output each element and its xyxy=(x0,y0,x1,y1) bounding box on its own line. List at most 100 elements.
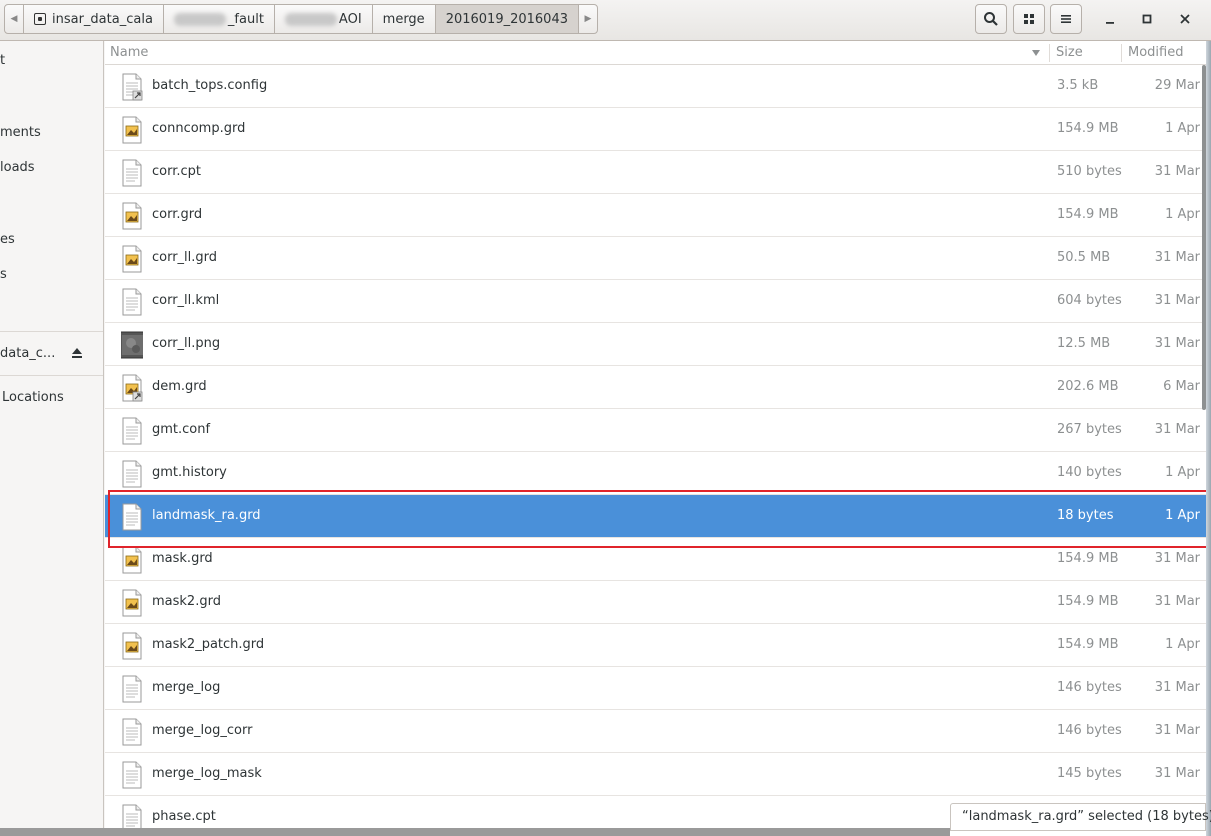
sidebar-item-other-locations[interactable]: Locations xyxy=(2,387,64,409)
sidebar-divider xyxy=(0,375,103,376)
minimize-icon xyxy=(1106,22,1114,24)
crumb-2[interactable]: AOI xyxy=(273,4,373,34)
file-size: 50.5 MB xyxy=(1057,250,1111,265)
file-size: 12.5 MB xyxy=(1057,336,1111,351)
sidebar-divider xyxy=(0,331,103,332)
file-modified: 31 Mar xyxy=(1154,723,1200,738)
header-bar: ◀ insar_data_cala _fault AOI merge 20160… xyxy=(0,0,1211,41)
file-row[interactable]: landmask_ra.grd 18 bytes 1 Apr xyxy=(105,495,1206,538)
file-row[interactable]: mask2_patch.grd 154.9 MB 1 Apr xyxy=(105,624,1206,667)
file-row[interactable]: merge_log 146 bytes 31 Mar xyxy=(105,667,1206,710)
column-header: Name Size Modified xyxy=(105,41,1206,65)
text-file-icon xyxy=(122,159,142,187)
file-row[interactable]: batch_tops.config 3.5 kB 29 Mar xyxy=(105,65,1206,108)
crumb-4[interactable]: 2016019_2016043 xyxy=(434,4,579,34)
file-row[interactable]: gmt.conf 267 bytes 31 Mar xyxy=(105,409,1206,452)
sidebar-item-4[interactable]: s xyxy=(0,264,7,286)
file-size: 604 bytes xyxy=(1057,293,1122,308)
file-name: corr_ll.grd xyxy=(152,250,218,265)
eject-button[interactable] xyxy=(70,346,84,360)
file-name: merge_log xyxy=(152,680,221,695)
file-row[interactable]: merge_log_mask 145 bytes 31 Mar xyxy=(105,753,1206,796)
crumb-3[interactable]: merge xyxy=(371,4,436,34)
file-row[interactable]: corr.cpt 510 bytes 31 Mar xyxy=(105,151,1206,194)
search-button[interactable] xyxy=(975,4,1007,34)
file-size: 146 bytes xyxy=(1057,680,1122,695)
file-size: 146 bytes xyxy=(1057,723,1122,738)
text-file-icon xyxy=(122,288,142,316)
file-row[interactable]: conncomp.grd 154.9 MB 1 Apr xyxy=(105,108,1206,151)
file-modified: 31 Mar xyxy=(1154,422,1200,437)
file-modified: 31 Mar xyxy=(1154,766,1200,781)
crumb-1[interactable]: _fault xyxy=(162,4,275,34)
view-toggle-button[interactable] xyxy=(1013,4,1045,34)
file-size: 145 bytes xyxy=(1057,766,1122,781)
file-size: 18 bytes xyxy=(1057,508,1114,523)
hamburger-menu-icon xyxy=(1061,15,1071,23)
path-scroll-left-button[interactable]: ◀ xyxy=(4,4,24,34)
sidebar-item-3[interactable]: es xyxy=(0,229,15,251)
file-modified: 31 Mar xyxy=(1154,293,1200,308)
window-edge xyxy=(1206,41,1211,836)
column-name-header[interactable]: Name xyxy=(110,45,148,60)
image-file-icon xyxy=(122,589,142,617)
file-modified: 1 Apr xyxy=(1165,465,1200,480)
maximize-button[interactable] xyxy=(1135,8,1159,30)
sort-descending-icon xyxy=(1032,50,1040,56)
file-modified: 31 Mar xyxy=(1154,164,1200,179)
file-modified: 1 Apr xyxy=(1165,508,1200,523)
path-bar: ◀ insar_data_cala _fault AOI merge 20160… xyxy=(4,4,598,34)
sidebar: t ments loads es s data_c... Locations xyxy=(0,41,104,836)
file-row[interactable]: corr_ll.grd 50.5 MB 31 Mar xyxy=(105,237,1206,280)
file-modified: 31 Mar xyxy=(1154,680,1200,695)
image-file-icon xyxy=(122,632,142,660)
file-size: 140 bytes xyxy=(1057,465,1122,480)
grid-view-icon xyxy=(1024,14,1034,24)
file-row[interactable]: gmt.history 140 bytes 1 Apr xyxy=(105,452,1206,495)
file-row[interactable]: corr_ll.png 12.5 MB 31 Mar xyxy=(105,323,1206,366)
file-name: conncomp.grd xyxy=(152,121,246,136)
close-button[interactable] xyxy=(1173,8,1197,30)
file-name: corr_ll.png xyxy=(152,336,221,351)
text-file-icon xyxy=(122,761,142,789)
png-thumbnail-icon xyxy=(121,331,143,359)
file-name: mask2.grd xyxy=(152,594,221,609)
minimize-button[interactable] xyxy=(1098,8,1122,30)
file-row[interactable]: mask.grd 154.9 MB 31 Mar xyxy=(105,538,1206,581)
redacted-text xyxy=(284,12,337,26)
file-row[interactable]: corr.grd 154.9 MB 1 Apr xyxy=(105,194,1206,237)
file-modified: 1 Apr xyxy=(1165,637,1200,652)
file-name: gmt.history xyxy=(152,465,227,480)
sidebar-item-documents[interactable]: ments xyxy=(0,122,41,144)
image-file-icon xyxy=(122,116,142,144)
crumb-0[interactable]: insar_data_cala xyxy=(23,4,164,34)
path-scroll-right-button[interactable]: ▶ xyxy=(577,4,598,34)
background-window-strip xyxy=(0,828,950,836)
file-row[interactable]: corr_ll.kml 604 bytes 31 Mar xyxy=(105,280,1206,323)
file-row[interactable]: mask2.grd 154.9 MB 31 Mar xyxy=(105,581,1206,624)
file-row[interactable]: dem.grd 202.6 MB 6 Mar xyxy=(105,366,1206,409)
file-modified: 1 Apr xyxy=(1165,121,1200,136)
image-file-icon xyxy=(122,245,142,273)
sidebar-item-0[interactable]: t xyxy=(0,50,5,72)
file-size: 510 bytes xyxy=(1057,164,1122,179)
crumb-1-label: _fault xyxy=(227,11,264,27)
file-name: gmt.conf xyxy=(152,422,211,437)
file-row[interactable]: merge_log_corr 146 bytes 31 Mar xyxy=(105,710,1206,753)
file-size: 154.9 MB xyxy=(1057,551,1119,566)
file-size: 154.9 MB xyxy=(1057,594,1119,609)
text-file-icon xyxy=(122,718,142,746)
maximize-icon xyxy=(1142,14,1152,24)
file-size: 154.9 MB xyxy=(1057,121,1119,136)
column-size-header[interactable]: Size xyxy=(1056,45,1083,60)
image-file-icon xyxy=(122,202,142,230)
sidebar-item-volume[interactable]: data_c... xyxy=(0,343,55,365)
eject-icon xyxy=(72,348,82,358)
menu-button[interactable] xyxy=(1050,4,1082,34)
text-file-icon xyxy=(122,675,142,703)
crumb-4-label: 2016019_2016043 xyxy=(445,11,568,27)
sidebar-item-downloads[interactable]: loads xyxy=(0,157,35,179)
column-modified-header[interactable]: Modified xyxy=(1128,45,1183,60)
file-modified: 1 Apr xyxy=(1165,207,1200,222)
file-size: 154.9 MB xyxy=(1057,637,1119,652)
